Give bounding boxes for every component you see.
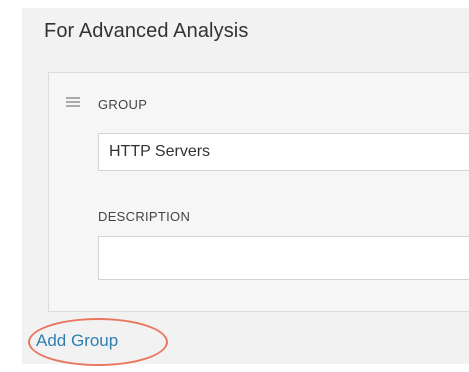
section-title: For Advanced Analysis [44, 20, 249, 42]
description-input[interactable] [98, 236, 469, 280]
drag-handle-icon[interactable] [66, 97, 80, 108]
add-group-link[interactable]: Add Group [36, 331, 118, 351]
description-label: DESCRIPTION [98, 209, 191, 224]
group-label: GROUP [98, 97, 148, 112]
group-name-input[interactable] [98, 133, 469, 171]
